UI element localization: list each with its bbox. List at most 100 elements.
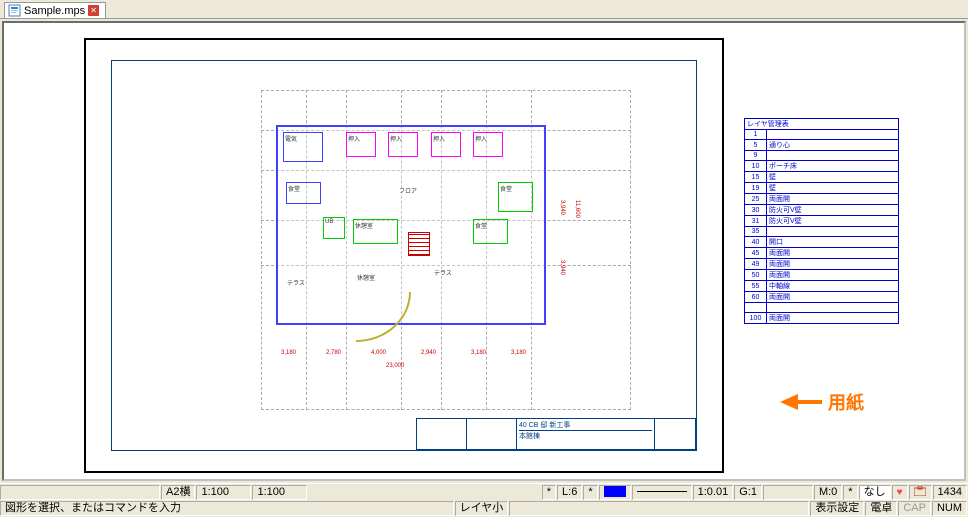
layer-num: 1 [745, 130, 767, 140]
file-tab[interactable]: Sample.mps ✕ [4, 2, 106, 18]
layer-row: 19壁 [745, 183, 899, 194]
dimension: 2,940 [421, 350, 436, 356]
dimension: 4,000 [371, 350, 386, 356]
layer-table: レイヤ管理表 15通り心910ポーチ床15壁19壁25両面開30防火可V壁31防… [744, 118, 899, 324]
scale-1[interactable]: 1:100 [196, 485, 251, 500]
layer-row: 1 [745, 130, 899, 140]
room-label: テラス [286, 277, 326, 297]
scale-2[interactable]: 1:100 [252, 485, 307, 500]
line-style[interactable] [632, 485, 692, 500]
dimension-v: 3,940 [559, 260, 565, 275]
caps-indicator: CAP [898, 501, 931, 516]
layer-name: 両面開 [767, 313, 899, 324]
layer-row [745, 303, 899, 313]
count-indicator: 1434 [933, 485, 967, 500]
line-color[interactable] [599, 485, 631, 500]
app-window: Sample.mps ✕ 40 CB 邸 新工事 本館棟 [0, 0, 968, 517]
dimension: 3,180 [471, 350, 486, 356]
room-label: 休憩室 [356, 272, 401, 292]
layer-name [767, 303, 899, 313]
dimension-total: 23,000 [386, 363, 404, 369]
num-indicator: NUM [932, 501, 967, 516]
layer-num: 19 [745, 183, 767, 194]
layer-num: 15 [745, 172, 767, 183]
room: 休憩室 [353, 219, 398, 244]
layer-num: 40 [745, 237, 767, 248]
room: 押入 [431, 132, 461, 157]
layer-num [745, 303, 767, 313]
paper-size[interactable]: A2横 [161, 485, 195, 500]
layer-name: 中軸線 [767, 281, 899, 292]
dimension-v: 3,940 [559, 200, 565, 215]
status-bar: A2横 1:100 1:100 * L:6 * 1:0.01 G:1 M:0 *… [0, 483, 968, 517]
layer-num: 25 [745, 194, 767, 205]
room: UB [323, 217, 345, 239]
annotation-label: 用紙 [828, 389, 864, 415]
tab-bar: Sample.mps ✕ [0, 0, 968, 19]
layer-num: 60 [745, 292, 767, 303]
layer-table-header: レイヤ管理表 [745, 119, 899, 130]
paper-annotation: 用紙 [780, 389, 864, 415]
canvas-workspace[interactable]: 40 CB 邸 新工事 本館棟 [2, 21, 966, 481]
layer-row: 10ポーチ床 [745, 161, 899, 172]
layer-num: 55 [745, 281, 767, 292]
layer-num: 5 [745, 140, 767, 151]
layer-name [767, 130, 899, 140]
layer-num: 35 [745, 227, 767, 237]
layer-row: 50両面開 [745, 270, 899, 281]
dimension: 3,180 [281, 350, 296, 356]
layer-row: 49両面開 [745, 259, 899, 270]
title-line1: 40 CB 邸 新工事 [519, 420, 652, 431]
layer-name: 両面開 [767, 194, 899, 205]
room: 押入 [473, 132, 503, 157]
layer-row: 40開口 [745, 237, 899, 248]
stairs-icon [408, 232, 430, 256]
layer-name: ポーチ床 [767, 161, 899, 172]
paper: 40 CB 邸 新工事 本館棟 [84, 38, 724, 473]
layer-name: 両面開 [767, 270, 899, 281]
room: 食堂 [473, 219, 508, 244]
layer-num: 9 [745, 151, 767, 161]
layer-row: 15壁 [745, 172, 899, 183]
status-star: * [542, 485, 556, 500]
room: 電気 [283, 132, 323, 162]
calculator[interactable]: 電卓 [865, 501, 897, 516]
layer-name: 壁 [767, 172, 899, 183]
layer-row: 35 [745, 227, 899, 237]
layer-indicator[interactable]: L:6 [557, 485, 582, 500]
layer-name: 防火可V壁 [767, 216, 899, 227]
status-blank [763, 485, 813, 500]
display-settings[interactable]: 表示設定 [810, 501, 864, 516]
status-star3: * [843, 485, 857, 500]
toolbox-icon[interactable] [909, 485, 932, 500]
layer-num: 10 [745, 161, 767, 172]
room-label: フロア [398, 185, 448, 207]
layer-name: 防火可V壁 [767, 205, 899, 216]
layer-row: 9 [745, 151, 899, 161]
layer-small[interactable]: レイヤ小 [455, 501, 509, 516]
layer-row: 100両面開 [745, 313, 899, 324]
layer-row: 55中軸線 [745, 281, 899, 292]
building-outline: 電気 押入 押入 押入 押入 食堂 フロア 食堂 UB 休憩室 食堂 テラス 休… [276, 125, 546, 325]
heart-icon[interactable]: ♥ [892, 485, 908, 500]
room: 食堂 [286, 182, 321, 204]
dimension: 2,780 [326, 350, 341, 356]
line-scale[interactable]: 1:0.01 [693, 485, 734, 500]
floorplan: 電気 押入 押入 押入 押入 食堂 フロア 食堂 UB 休憩室 食堂 テラス 休… [276, 105, 596, 375]
layer-row: 45両面開 [745, 248, 899, 259]
layer-num: 45 [745, 248, 767, 259]
grid-indicator[interactable]: G:1 [734, 485, 762, 500]
none-indicator[interactable]: なし [859, 485, 891, 500]
layer-name: 両面開 [767, 292, 899, 303]
layer-row: 5通り心 [745, 140, 899, 151]
file-icon [8, 4, 21, 17]
title-block: 40 CB 邸 新工事 本館棟 [416, 418, 696, 450]
layer-num: 31 [745, 216, 767, 227]
m-indicator[interactable]: M:0 [814, 485, 842, 500]
layer-name: 両面開 [767, 248, 899, 259]
command-prompt[interactable]: 図形を選択、またはコマンドを入力 [0, 501, 454, 516]
layer-name: 通り心 [767, 140, 899, 151]
layer-name: 開口 [767, 237, 899, 248]
layer-num: 50 [745, 270, 767, 281]
close-icon[interactable]: ✕ [88, 5, 99, 16]
